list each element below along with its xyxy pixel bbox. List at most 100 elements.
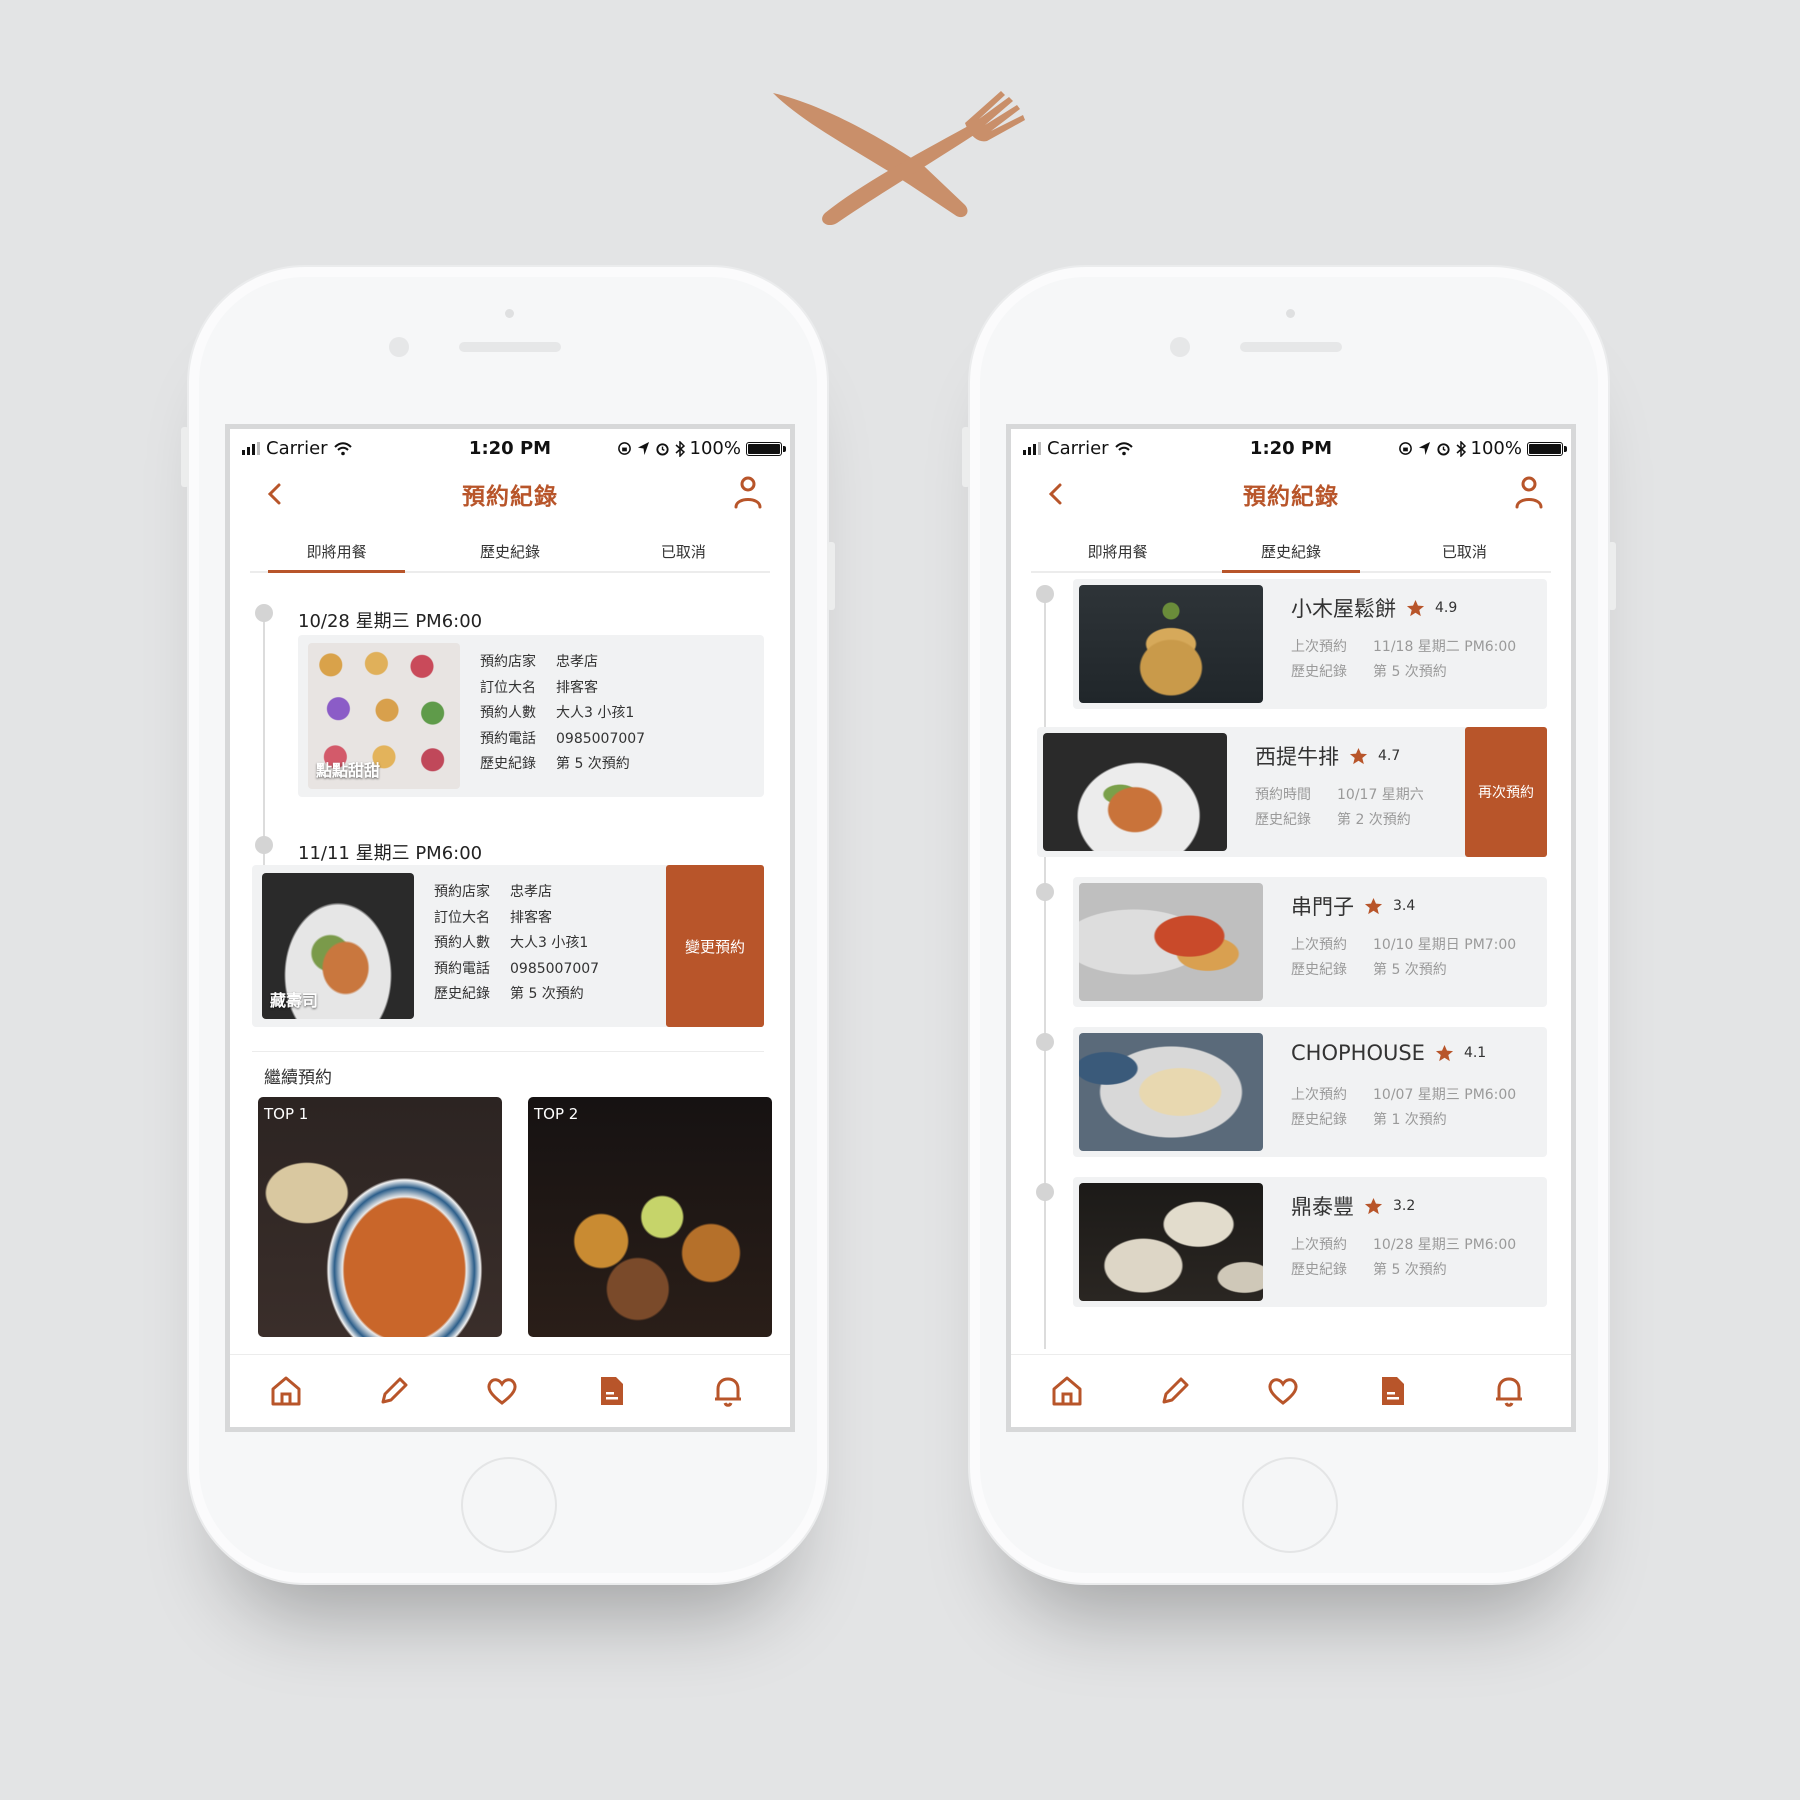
history-list: 小木屋鬆餅 4.9 上次預約 11/18 星期二 PM6:00 歷史紀錄第 5 次… <box>1011 579 1571 1349</box>
tab-cancelled[interactable]: 已取消 <box>1378 529 1551 571</box>
history-card[interactable]: 小木屋鬆餅 4.9 上次預約 11/18 星期二 PM6:00 歷史紀錄 第 5 次… <box>1073 579 1547 709</box>
rating-score: 4.1 <box>1463 1045 1487 1061</box>
timeline-dot <box>1036 883 1054 901</box>
page-title: 預約紀錄 <box>1243 484 1339 510</box>
history-details: 上次預約 10/28 星期三 PM6:00 歷史紀錄 第 5 次預約 <box>1291 1233 1516 1283</box>
document-icon[interactable] <box>1375 1373 1411 1409</box>
profile-icon[interactable] <box>1513 475 1545 509</box>
restaurant-name: 西提牛排 <box>1255 745 1339 769</box>
field-value: 10/17 星期六 <box>1337 787 1424 803</box>
right-phone: Carrier 1:20 PM 100% 預約紀錄 即將用餐 歷史紀錄 已取消 <box>962 265 1616 1585</box>
document-icon[interactable] <box>594 1373 630 1409</box>
right-screen: Carrier 1:20 PM 100% 預約紀錄 即將用餐 歷史紀錄 已取消 <box>1006 424 1576 1432</box>
history-card[interactable]: 西提牛排 4.7 預約時間 10/17 星期六 歷史紀錄 第 2 次預約 再次預約 <box>1037 727 1547 857</box>
heart-icon[interactable] <box>1265 1373 1301 1409</box>
history-card[interactable]: 鼎泰豐 3.2 上次預約 10/28 星期三 PM6:00 歷史紀錄 第 5 次預約 <box>1073 1177 1547 1307</box>
field-value: 大人3 小孩1 <box>510 935 589 951</box>
bottom-tab-bar <box>1011 1354 1571 1427</box>
tab-upcoming[interactable]: 即將用餐 <box>250 529 423 573</box>
home-icon[interactable] <box>268 1373 304 1409</box>
field-label: 歷史紀錄 <box>434 986 490 1002</box>
tab-bar-top: 即將用餐 歷史紀錄 已取消 <box>1031 529 1551 573</box>
field-label: 歷史紀錄 <box>1291 1262 1347 1278</box>
restaurant-name: 鼎泰豐 <box>1291 1195 1354 1219</box>
field-label: 預約店家 <box>434 884 490 900</box>
restaurant-thumbnail <box>1079 585 1263 703</box>
top-restaurant-card[interactable]: TOP 1 <box>258 1097 502 1337</box>
tab-history[interactable]: 歷史紀錄 <box>1204 529 1377 573</box>
field-label: 歷史紀錄 <box>480 756 536 772</box>
field-value: 第 2 次預約 <box>1337 812 1411 828</box>
bell-icon[interactable] <box>710 1373 746 1409</box>
location-icon <box>637 442 649 455</box>
reservation-date: 10/28 星期三 PM6:00 <box>298 611 483 632</box>
battery-percent: 100% <box>689 438 741 459</box>
divider <box>252 1051 764 1052</box>
rating-score: 4.7 <box>1378 748 1401 764</box>
restaurant-name: CHOPHOUSE <box>1291 1041 1425 1065</box>
front-camera <box>389 337 409 357</box>
top-restaurant-card[interactable]: TOP 2 <box>528 1097 772 1337</box>
history-card[interactable]: 串門子 3.4 上次預約 10/10 星期日 PM7:00 歷史紀錄 第 5 次預約 <box>1073 877 1547 1007</box>
reservation-card[interactable]: 點點甜甜 預約店家 忠孝店 訂位大名 排客客 預約人數 大人3 小孩1 預約電話 098… <box>298 635 764 797</box>
bottom-tab-bar <box>230 1354 790 1427</box>
timline-dot <box>255 836 273 854</box>
tab-history[interactable]: 歷史紀錄 <box>423 529 596 571</box>
reservation-date: 11/11 星期三 PM6:00 <box>298 843 483 864</box>
speaker <box>1240 342 1342 352</box>
pencil-icon[interactable] <box>1157 1373 1193 1409</box>
timeline-dot <box>1036 1033 1054 1051</box>
alarm-icon <box>1436 443 1450 456</box>
continue-reservation-title: 繼續預約 <box>264 1068 332 1088</box>
profile-icon[interactable] <box>732 475 764 509</box>
home-icon[interactable] <box>1049 1373 1085 1409</box>
bell-icon[interactable] <box>1491 1373 1527 1409</box>
left-phone: Carrier 1:20 PM 100% 預約紀錄 即將用餐 歷史紀錄 已取消 <box>181 265 835 1585</box>
battery-icon <box>1527 441 1567 456</box>
field-value: 10/10 星期日 PM7:00 <box>1373 937 1517 953</box>
field-label: 預約人數 <box>480 705 536 721</box>
home-button[interactable] <box>461 1457 557 1553</box>
restaurant-name-row: 鼎泰豐 3.2 <box>1291 1191 1415 1221</box>
field-value: 11/18 星期二 PM6:00 <box>1373 639 1517 655</box>
battery-percent: 100% <box>1470 438 1522 459</box>
heart-icon[interactable] <box>484 1373 520 1409</box>
pencil-icon[interactable] <box>376 1373 412 1409</box>
tab-cancelled[interactable]: 已取消 <box>597 529 770 571</box>
restaurant-thumbnail <box>1079 1033 1263 1151</box>
field-label: 訂位大名 <box>434 909 490 926</box>
timeline-line <box>263 607 265 869</box>
star-icon <box>1349 747 1368 764</box>
field-label: 歷史紀錄 <box>1291 664 1347 680</box>
restaurant-name-row: 西提牛排 4.7 <box>1255 741 1400 771</box>
volume-button <box>181 427 189 487</box>
knife-fork-icon <box>773 91 1025 225</box>
restaurant-name-row: 串門子 3.4 <box>1291 891 1415 921</box>
restaurant-thumbnail <box>1043 733 1227 851</box>
field-label: 歷史紀錄 <box>1291 1112 1347 1128</box>
field-label: 預約電話 <box>480 730 536 747</box>
rating-score: 4.9 <box>1435 600 1458 616</box>
field-label: 預約店家 <box>480 654 536 670</box>
upcoming-list: 10/28 星期三 PM6:00 點點甜甜 預約店家 忠孝店 訂位大名 排客客 預約… <box>230 579 790 1337</box>
home-button[interactable] <box>1242 1457 1338 1553</box>
star-icon <box>1364 897 1383 914</box>
field-value: 第 5 次預約 <box>1373 664 1447 680</box>
field-label: 上次預約 <box>1291 1237 1347 1253</box>
field-label: 歷史紀錄 <box>1291 962 1347 978</box>
change-reservation-button[interactable]: 變更預約 <box>666 865 764 1027</box>
thumbnail-label: 藏壽司 <box>270 991 319 1010</box>
history-card[interactable]: CHOPHOUSE 4.1 上次預約 10/07 星期三 PM6:00 歷史紀錄 第… <box>1073 1027 1547 1157</box>
thumbnail-label: 點點甜甜 <box>316 761 381 780</box>
status-bar: Carrier 1:20 PM 100% <box>1011 429 1571 465</box>
reservation-card[interactable]: 藏壽司 預約店家 忠孝店 訂位大名 排客客 預約人數 大人3 小孩1 預約電話 0985… <box>252 865 764 1027</box>
history-details: 預約時間 10/17 星期六 歷史紀錄 第 2 次預約 <box>1255 783 1424 833</box>
tab-upcoming[interactable]: 即將用餐 <box>1031 529 1204 571</box>
bluetooth-icon <box>675 440 685 457</box>
field-value: 第 5 次預約 <box>1373 1262 1447 1278</box>
timeline-dot <box>1036 585 1054 603</box>
field-label: 上次預約 <box>1291 1087 1347 1103</box>
timeline-dot <box>255 604 273 622</box>
book-again-button[interactable]: 再次預約 <box>1465 727 1547 857</box>
restaurant-name: 小木屋鬆餅 <box>1291 597 1396 621</box>
